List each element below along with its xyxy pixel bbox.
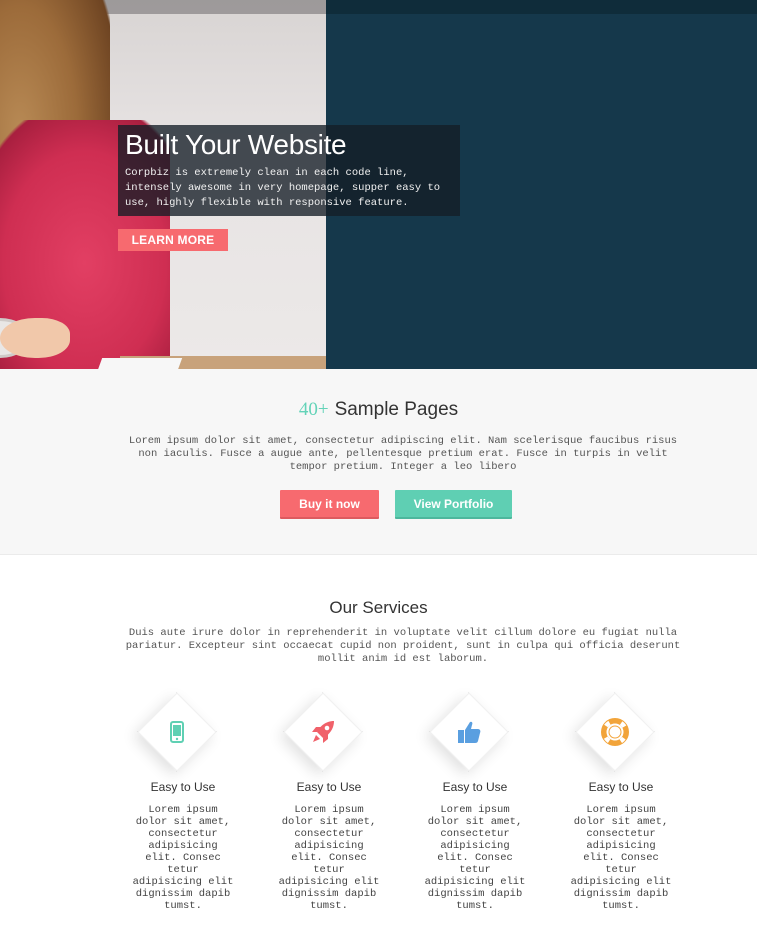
service-item: Easy to Use Lorem ipsum dolor sit amet, …	[266, 688, 386, 912]
service-description: Lorem ipsum dolor sit amet, consectetur …	[278, 804, 380, 912]
sample-pages-section: 40+ Sample Pages Lorem ipsum dolor sit am…	[0, 369, 757, 555]
service-item: Easy to Use Lorem ipsum dolor sit amet, …	[120, 688, 240, 912]
service-icon-frame	[429, 692, 509, 772]
photo-hand	[0, 318, 70, 358]
hero-title: Built Your Website	[125, 129, 347, 160]
hero-section: Built Your Website Corpbiz is extremely …	[0, 0, 757, 369]
services-section: Our Services Duis aute irure dolor in re…	[0, 556, 757, 941]
sample-count: 40+	[298, 399, 329, 420]
photo-paper	[97, 358, 183, 369]
services-title: Our Services	[329, 598, 428, 617]
service-title: Easy to Use	[296, 780, 362, 794]
mobile-icon	[161, 716, 193, 748]
rocket-icon	[307, 716, 339, 748]
sample-pages-label: Sample Pages	[334, 399, 459, 420]
service-description: Lorem ipsum dolor sit amet, consectetur …	[570, 804, 672, 912]
hero-description: Corpbiz is extremely clean in each code …	[125, 167, 441, 209]
service-icon-frame	[137, 692, 217, 772]
service-item: Easy to Use Lorem ipsum dolor sit amet, …	[558, 688, 678, 912]
service-title: Easy to Use	[442, 780, 508, 794]
service-description: Lorem ipsum dolor sit amet, consectetur …	[132, 804, 234, 912]
dark-top-strip	[326, 0, 757, 14]
thumbs-up-icon	[453, 716, 485, 748]
service-title: Easy to Use	[588, 780, 654, 794]
service-title: Easy to Use	[150, 780, 216, 794]
view-portfolio-button[interactable]: View Portfolio	[395, 490, 512, 519]
lifebuoy-icon	[599, 716, 631, 748]
sample-pages-description: Lorem ipsum dolor sit amet, consectetur …	[128, 435, 678, 473]
service-icon-frame	[575, 692, 655, 772]
buy-it-now-button[interactable]: Buy it now	[280, 490, 379, 519]
service-icon-frame	[283, 692, 363, 772]
hero-caption-box: Built Your Website Corpbiz is extremely …	[118, 125, 460, 216]
service-description: Lorem ipsum dolor sit amet, consectetur …	[424, 804, 526, 912]
services-description: Duis aute irure dolor in reprehenderit i…	[125, 627, 681, 665]
service-item: Easy to Use Lorem ipsum dolor sit amet, …	[412, 688, 532, 912]
sample-pages-title: 40+ Sample Pages	[0, 399, 757, 421]
learn-more-button[interactable]: LEARN MORE	[118, 229, 228, 251]
